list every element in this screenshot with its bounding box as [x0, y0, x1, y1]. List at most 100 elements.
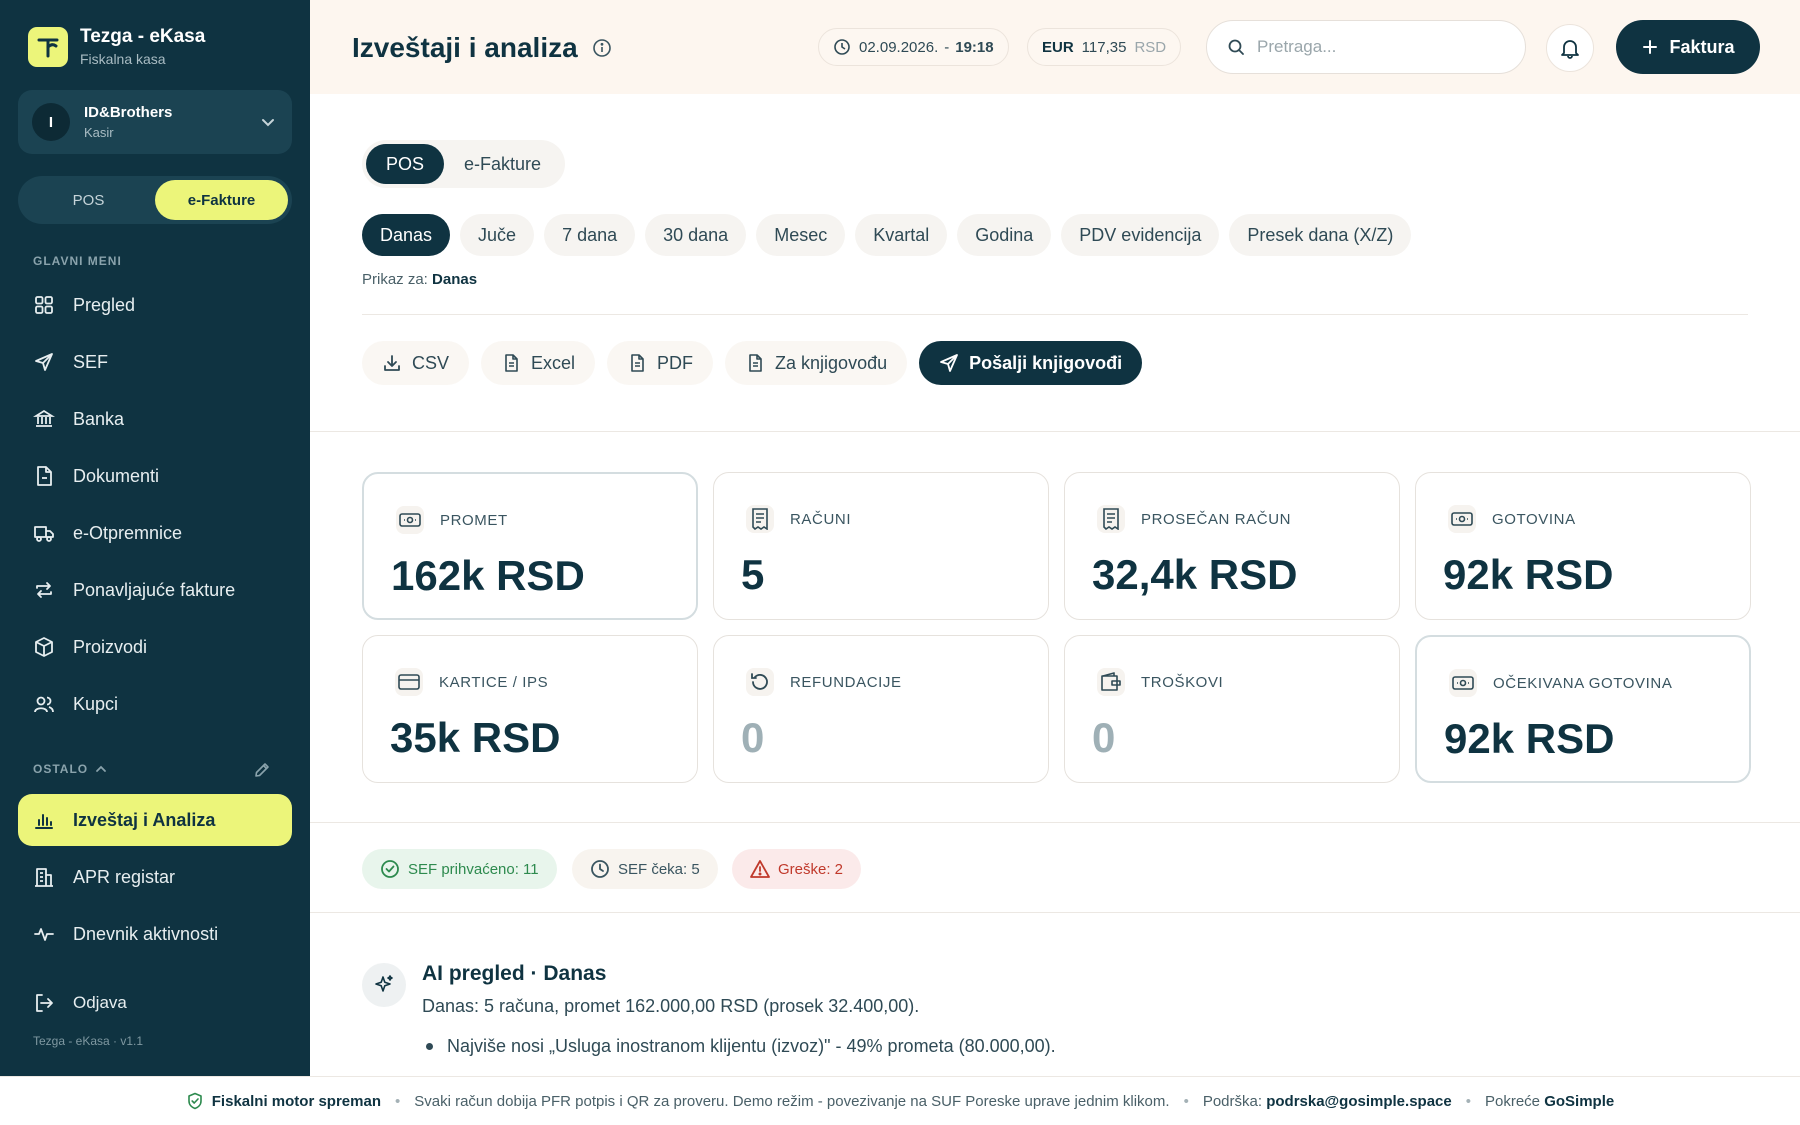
sidebar-item-label: Proizvodi: [73, 636, 148, 657]
main-content: POS e-Fakture Danas Juče 7 dana 30 dana …: [310, 94, 1800, 1076]
report-source-tabs: POS e-Fakture: [362, 140, 566, 188]
sidebar-item-ponavljajuce-fakture[interactable]: Ponavljajuće fakture: [18, 564, 292, 616]
sef-accepted-badge[interactable]: SEF prihvaćeno: 11: [362, 849, 557, 889]
sef-errors-label: Greške: 2: [778, 860, 844, 878]
sef-errors-badge[interactable]: Greške: 2: [732, 849, 862, 889]
logout-button[interactable]: Odjava: [18, 977, 292, 1029]
stat-card-gotovina[interactable]: GOTOVINA 92k RSD: [1415, 472, 1751, 620]
stat-card-troskovi[interactable]: TROŠKOVI 0: [1064, 635, 1400, 783]
file-icon: [627, 353, 647, 373]
users-icon: [33, 693, 55, 715]
file-icon: [501, 353, 521, 373]
period-yesterday[interactable]: Juče: [460, 214, 535, 256]
new-invoice-button[interactable]: Faktura: [1616, 20, 1760, 74]
period-7-days[interactable]: 7 dana: [544, 214, 636, 256]
period-filters: Danas Juče 7 dana 30 dana Mesec Kvartal …: [362, 214, 1421, 256]
chevron-up-icon: [96, 765, 107, 772]
stat-label: GOTOVINA: [1492, 510, 1576, 528]
cash-icon: [1449, 669, 1477, 697]
user-name: ID&Brothers: [84, 104, 173, 121]
mode-efakture-button[interactable]: e-Fakture: [155, 180, 288, 220]
stat-card-prosecan-racun[interactable]: PROSEČAN RAČUN 32,4k RSD: [1064, 472, 1400, 620]
sparkle-icon: [362, 963, 406, 1007]
send-to-accountant-button[interactable]: Pošalji knjigovođi: [919, 341, 1143, 385]
divider: [362, 314, 1748, 315]
current-date: 02.09.2026.: [859, 38, 939, 56]
grid-icon: [33, 294, 55, 316]
period-vat-records[interactable]: PDV evidencija: [1061, 214, 1220, 256]
separator: •: [394, 1092, 401, 1110]
tab-efakture[interactable]: e-Fakture: [444, 144, 561, 184]
main-menu-label: GLAVNI MENI: [33, 254, 122, 268]
export-accountant-label: Za knjigovođu: [775, 352, 888, 373]
datetime-badge: 02.09.2026. - 19:18: [818, 28, 1009, 66]
info-icon[interactable]: [592, 38, 612, 58]
box-icon: [33, 636, 55, 658]
user-switcher[interactable]: I ID&Brothers Kasir: [18, 90, 292, 154]
stat-card-promet[interactable]: PROMET 162k RSD: [362, 472, 698, 620]
export-csv-label: CSV: [412, 352, 450, 373]
stat-label: OČEKIVANA GOTOVINA: [1493, 674, 1673, 692]
currency-rate-badge: EUR 117,35 RSD: [1027, 28, 1182, 66]
receipt-icon: [746, 505, 774, 533]
powered-by-link[interactable]: GoSimple: [1544, 1093, 1614, 1110]
sidebar-item-e-otpremnice[interactable]: e-Otpremnice: [18, 507, 292, 559]
sidebar-item-sef[interactable]: SEF: [18, 336, 292, 388]
divider: [310, 431, 1800, 432]
sidebar-item-pregled[interactable]: Pregled: [18, 279, 292, 331]
period-today[interactable]: Danas: [362, 214, 451, 256]
period-quarter[interactable]: Kvartal: [855, 214, 948, 256]
stat-value: 92k RSD: [1443, 551, 1614, 598]
period-month[interactable]: Mesec: [756, 214, 846, 256]
sidebar-item-izvestaj[interactable]: Izveštaj i Analiza: [18, 794, 292, 846]
stat-label: TROŠKOVI: [1141, 673, 1224, 691]
support-email-link[interactable]: podrska@gosimple.space: [1266, 1093, 1452, 1110]
other-section-toggle[interactable]: OSTALO: [33, 762, 108, 776]
period-year[interactable]: Godina: [957, 214, 1052, 256]
new-invoice-label: Faktura: [1669, 36, 1735, 57]
sef-waiting-label: SEF čeka: 5: [618, 860, 700, 878]
wallet-icon: [1097, 668, 1125, 696]
notifications-button[interactable]: [1546, 24, 1594, 72]
sidebar-item-label: Pregled: [73, 294, 136, 315]
stat-card-racuni[interactable]: RAČUNI 5: [713, 472, 1049, 620]
sidebar-item-dnevnik-aktivnosti[interactable]: Dnevnik aktivnosti: [18, 908, 292, 960]
clock-icon: [834, 39, 850, 55]
period-30-days[interactable]: 30 dana: [645, 214, 747, 256]
export-pdf-button[interactable]: PDF: [607, 341, 714, 385]
stat-card-ocekivana-gotovina[interactable]: OČEKIVANA GOTOVINA 92k RSD: [1415, 635, 1751, 783]
sidebar-item-kupci[interactable]: Kupci: [18, 678, 292, 730]
sidebar-item-label: Dokumenti: [73, 465, 160, 486]
stat-value: 162k RSD: [391, 552, 585, 599]
export-excel-button[interactable]: Excel: [481, 341, 596, 385]
sidebar-item-apr-registar[interactable]: APR registar: [18, 851, 292, 903]
shield-check-icon: [186, 1092, 204, 1110]
activity-icon: [33, 923, 55, 945]
stat-card-kartice-ips[interactable]: KARTICE / IPS 35k RSD: [362, 635, 698, 783]
page-title: Izveštaji i analiza: [352, 32, 612, 64]
credit-card-icon: [395, 668, 423, 696]
fiscal-engine-status: Fiskalni motor spreman: [211, 1092, 381, 1110]
mode-pos-button[interactable]: POS: [22, 180, 155, 220]
list-item: Najviše nosi „Usluga inostranom klijentu…: [422, 1036, 1056, 1057]
export-accountant-button[interactable]: Za knjigovođu: [725, 341, 908, 385]
send-to-accountant-label: Pošalji knjigovođi: [969, 352, 1123, 373]
export-csv-button[interactable]: CSV: [362, 341, 470, 385]
brand-title: Tezga - eKasa: [80, 26, 206, 47]
stat-label: PROMET: [440, 511, 508, 529]
sidebar-item-label: SEF: [73, 351, 109, 372]
brand[interactable]: Tezga - eKasa Fiskalna kasa: [28, 26, 205, 67]
period-day-cut[interactable]: Presek dana (X/Z): [1229, 214, 1412, 256]
sidebar-item-dokumenti[interactable]: Dokumenti: [18, 450, 292, 502]
sidebar-item-banka[interactable]: Banka: [18, 393, 292, 445]
search-input[interactable]: [1257, 37, 1497, 57]
tab-pos[interactable]: POS: [366, 144, 445, 184]
sidebar-item-proizvodi[interactable]: Proizvodi: [18, 621, 292, 673]
sef-waiting-badge[interactable]: SEF čeka: 5: [572, 849, 718, 889]
brand-subtitle: Fiskalna kasa: [80, 51, 166, 67]
stat-card-refundacije[interactable]: REFUNDACIJE 0: [713, 635, 1049, 783]
plus-icon: [1643, 40, 1658, 54]
logout-icon: [33, 992, 55, 1014]
pencil-icon[interactable]: [252, 760, 272, 780]
download-icon: [382, 353, 402, 373]
